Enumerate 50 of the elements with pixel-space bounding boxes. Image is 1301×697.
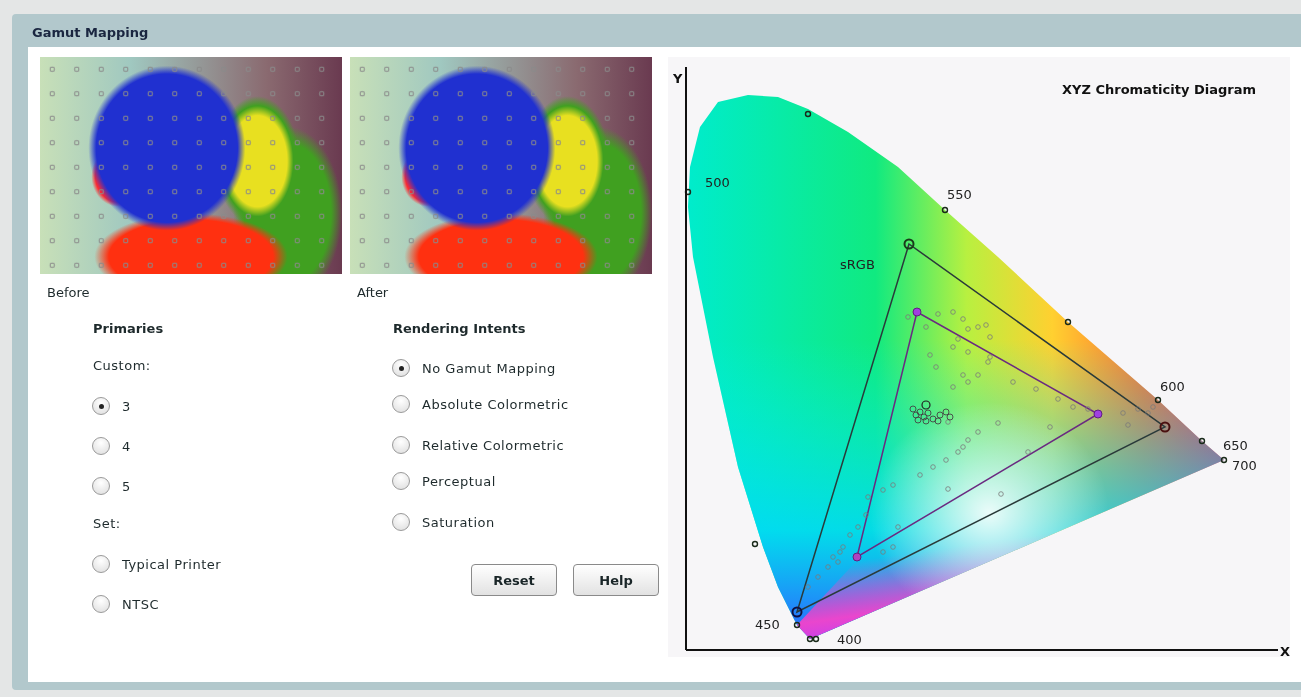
radio-option[interactable]: Perceptual [393, 471, 496, 491]
radio-label: Perceptual [422, 473, 496, 489]
axis-label: Y [673, 71, 683, 86]
radio-label: 5 [122, 478, 131, 494]
radio-button[interactable] [392, 472, 410, 490]
axis-label: X [1280, 644, 1290, 657]
radio-label: NTSC [122, 596, 159, 612]
section-heading: Primaries [93, 321, 165, 338]
radio-option[interactable]: No Gamut Mapping [393, 358, 556, 378]
radio-label: Typical Printer [122, 556, 222, 572]
radio-option[interactable]: Typical Printer [93, 554, 222, 574]
radio-label: Relative Colormetric [422, 437, 565, 453]
radio-option[interactable]: 4 [93, 436, 131, 456]
radio-option[interactable]: 5 [93, 476, 131, 496]
wavelength-label: 650 [1223, 438, 1248, 453]
wavelength-label: 400 [837, 632, 862, 647]
wavelength-label: 600 [1160, 379, 1185, 394]
radio-button[interactable] [392, 359, 410, 377]
chart-title: XYZ Chromaticity Diagram [1062, 82, 1256, 97]
radio-option[interactable]: Absolute Colormetric [393, 394, 569, 414]
image-caption: After [356, 284, 390, 301]
radio-button[interactable] [392, 395, 410, 413]
radio-button[interactable] [92, 555, 110, 573]
panel-title: Gamut Mapping [31, 24, 149, 42]
image-caption: Before [46, 284, 91, 301]
radio-label: No Gamut Mapping [422, 360, 556, 376]
radio-option[interactable]: NTSC [93, 594, 159, 614]
radio-button[interactable] [92, 397, 110, 415]
radio-button[interactable] [92, 437, 110, 455]
radio-button[interactable] [392, 513, 410, 531]
action-button[interactable]: Help [573, 564, 659, 596]
group-label: Custom: [93, 358, 152, 375]
radio-label: 4 [122, 438, 131, 454]
gamut-label: sRGB [840, 257, 875, 272]
action-button[interactable]: Reset [471, 564, 557, 596]
wavelength-label: 500 [705, 175, 730, 190]
section-heading: Rendering Intents [393, 321, 527, 338]
wavelength-label: 700 [1232, 458, 1257, 473]
radio-option[interactable]: Saturation [393, 512, 495, 532]
radio-label: Saturation [422, 514, 495, 530]
radio-option[interactable]: 3 [93, 396, 131, 416]
wavelength-label: 550 [947, 187, 972, 202]
radio-label: 3 [122, 398, 131, 414]
radio-button[interactable] [392, 436, 410, 454]
radio-option[interactable]: Relative Colormetric [393, 435, 565, 455]
radio-label: Absolute Colormetric [422, 396, 569, 412]
radio-button[interactable] [92, 477, 110, 495]
wavelength-label: 450 [755, 617, 780, 632]
group-label: Set: [93, 516, 122, 533]
radio-button[interactable] [92, 595, 110, 613]
